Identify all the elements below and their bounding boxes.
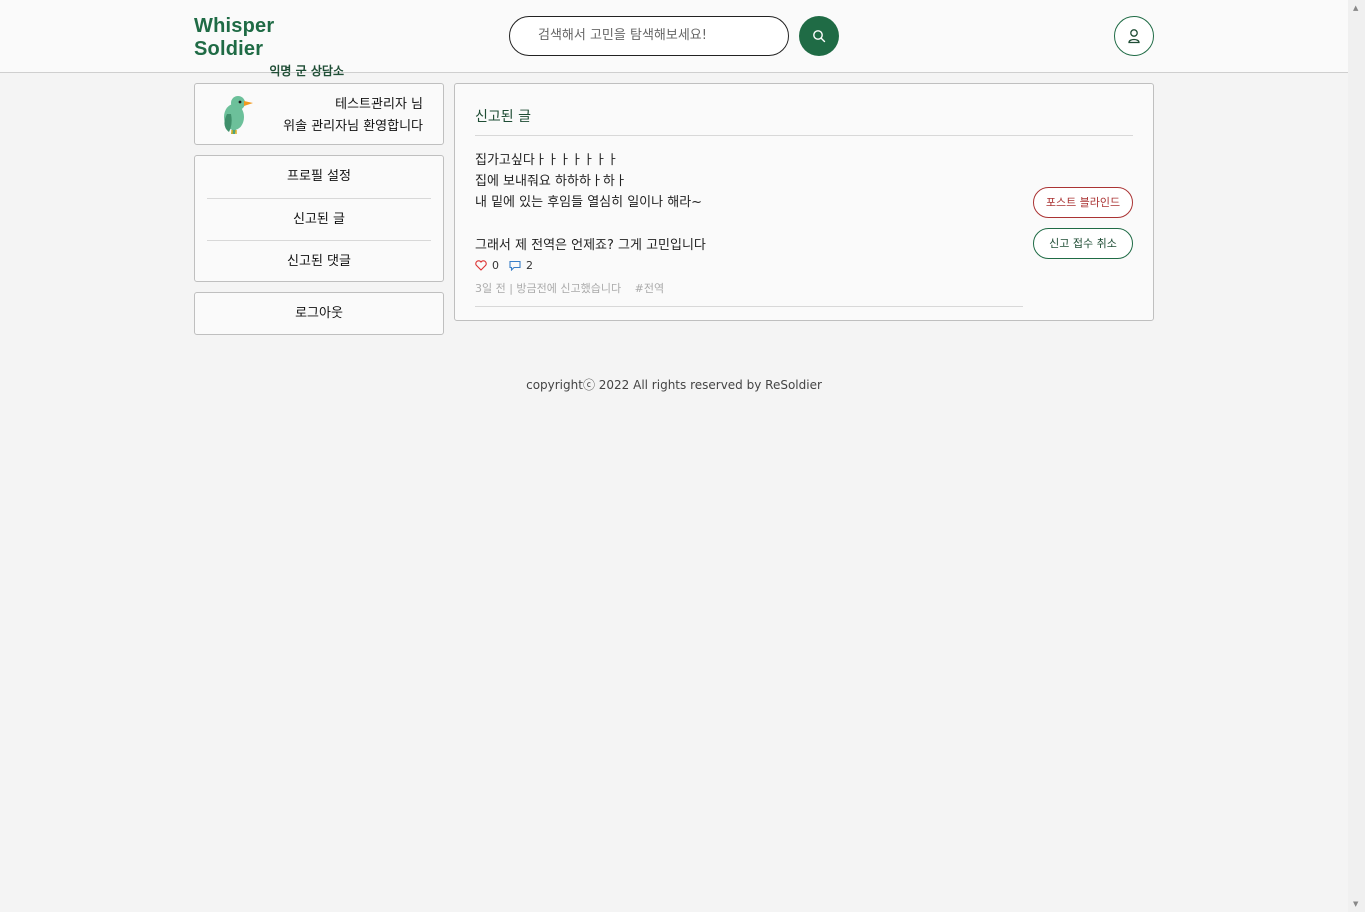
post-divider xyxy=(475,306,1023,307)
comment-icon xyxy=(509,260,521,271)
search-icon xyxy=(813,30,826,43)
search-button[interactable] xyxy=(799,16,839,56)
sidebar-item-reported-posts[interactable]: 신고된 글 xyxy=(207,198,431,240)
post-body-line: 집가고싶다ㅏㅏㅏㅏㅏㅏㅏ xyxy=(475,153,619,168)
logout-button[interactable]: 로그아웃 xyxy=(194,292,444,335)
post-body-line: 집에 보내줘요 하하하ㅏ하ㅏ xyxy=(475,174,627,189)
reported-posts-panel: 신고된 글 집가고싶다ㅏㅏㅏㅏㅏㅏㅏ 집에 보내줘요 하하하ㅏ하ㅏ 내 밑에 있… xyxy=(454,83,1154,321)
profile-name: 테스트관리자 님 xyxy=(335,97,423,112)
user-icon xyxy=(1128,29,1140,44)
heart-icon xyxy=(475,260,487,271)
sidebar-item-reported-comments[interactable]: 신고된 댓글 xyxy=(207,240,431,282)
profile-card: 테스트관리자 님 위솔 관리자님 환영합니다 xyxy=(194,83,444,145)
sidebar-menu: 프로필 설정 신고된 글 신고된 댓글 xyxy=(194,155,444,282)
user-profile-button[interactable] xyxy=(1114,16,1154,56)
logo-title: Whisper Soldier xyxy=(194,15,275,60)
bird-icon xyxy=(224,96,253,134)
scroll-down-arrow-icon[interactable]: ▼ xyxy=(1353,900,1358,908)
blind-post-button[interactable]: 포스트 블라인드 xyxy=(1033,187,1133,218)
post-body: 집가고싶다ㅏㅏㅏㅏㅏㅏㅏ 집에 보내줘요 하하하ㅏ하ㅏ 내 밑에 있는 후임들 … xyxy=(475,150,702,213)
scroll-up-arrow-icon[interactable]: ▲ xyxy=(1353,4,1358,12)
top-header: Whisper Soldier 익명 군 상담소 검색해서 고민을 탐색해보세요… xyxy=(0,0,1348,78)
post-tag[interactable]: #전역 xyxy=(635,282,664,295)
cancel-report-button[interactable]: 신고 접수 취소 xyxy=(1033,228,1133,259)
logo-subtitle: 익명 군 상담소 xyxy=(269,64,344,78)
welcome-message: 위솔 관리자님 환영합니다 xyxy=(283,119,423,134)
search-input[interactable]: 검색해서 고민을 탐색해보세요! xyxy=(509,16,789,56)
post-stats: 0 2 xyxy=(475,259,543,272)
page-title: 신고된 글 xyxy=(475,109,531,125)
footer-copyright: copyrightⓒ 2022 All rights reserved by R… xyxy=(526,378,822,392)
post-report-time: 3일 전 | 방금전에 신고했습니다 xyxy=(475,282,622,295)
like-count: 0 xyxy=(492,259,499,272)
logo[interactable]: Whisper Soldier 익명 군 상담소 xyxy=(194,15,344,79)
post-title[interactable]: 그래서 제 전역은 언제죠? 그게 고민입니다 xyxy=(475,234,706,253)
post-meta: 3일 전 | 방금전에 신고했습니다 #전역 xyxy=(475,280,664,296)
post-body-line: 내 밑에 있는 후임들 열심히 일이나 해라~ xyxy=(475,195,703,210)
sidebar-item-profile-settings[interactable]: 프로필 설정 xyxy=(207,156,431,198)
comment-count: 2 xyxy=(526,259,533,272)
title-divider xyxy=(475,135,1133,136)
page-scrollbar[interactable] xyxy=(1348,0,1365,912)
